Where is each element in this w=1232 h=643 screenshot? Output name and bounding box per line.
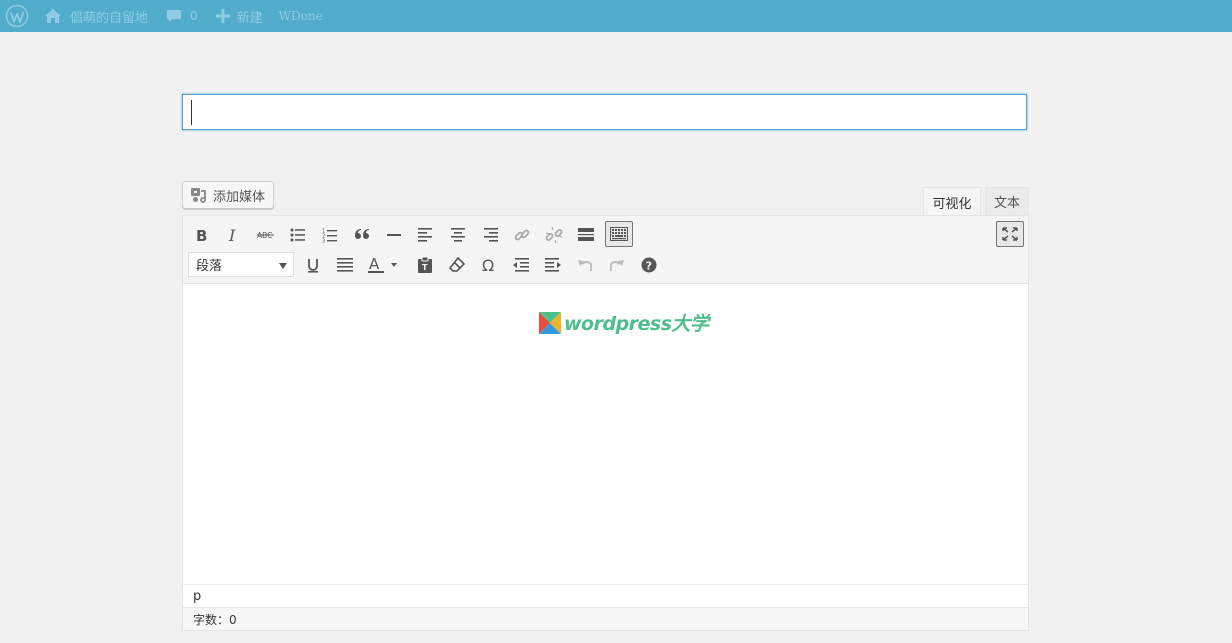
home-icon[interactable] bbox=[44, 0, 62, 32]
bullet-list-icon bbox=[290, 228, 305, 242]
align-right-icon bbox=[484, 228, 498, 242]
admin-bar: 倡萌的自留地 0 新建 WDone bbox=[0, 0, 1232, 32]
eraser-icon bbox=[449, 257, 465, 272]
element-path-bar: p bbox=[183, 584, 1028, 607]
numbered-list-icon: 123 bbox=[322, 228, 337, 243]
logo-text: wordpress大学 bbox=[564, 313, 709, 335]
svg-text:3: 3 bbox=[322, 238, 325, 243]
svg-text:?: ? bbox=[646, 260, 652, 273]
editor-toolbar: B I ABC 123 段落 A T Ω ? bbox=[183, 216, 1028, 284]
align-center-icon bbox=[451, 228, 465, 242]
quote-icon bbox=[355, 229, 369, 239]
toolbar-toggle-button[interactable] bbox=[605, 221, 633, 247]
keyboard-icon bbox=[610, 227, 628, 241]
read-more-icon bbox=[578, 228, 594, 241]
horizontal-line-icon bbox=[387, 234, 401, 236]
media-icon bbox=[191, 188, 206, 203]
wordpress-daxue-logo: wordpress大学 bbox=[539, 309, 709, 336]
site-name-link[interactable]: 倡萌的自留地 bbox=[70, 0, 148, 32]
text-caret bbox=[191, 100, 192, 125]
svg-text:I: I bbox=[228, 228, 236, 242]
strikethrough-button[interactable]: ABC bbox=[253, 223, 279, 247]
unlink-icon bbox=[545, 226, 563, 244]
text-color-icon: A bbox=[368, 256, 397, 273]
clear-formatting-button[interactable] bbox=[444, 253, 470, 277]
post-title-input[interactable] bbox=[182, 94, 1027, 130]
svg-text:B: B bbox=[196, 228, 207, 242]
clipboard-icon: T bbox=[418, 256, 432, 273]
align-left-button[interactable] bbox=[413, 223, 439, 247]
editor-content-area[interactable]: wordpress大学 bbox=[183, 284, 1028, 584]
word-count: 字数：0 bbox=[193, 612, 237, 627]
indent-button[interactable] bbox=[540, 253, 566, 277]
blockquote-button[interactable] bbox=[349, 223, 375, 247]
undo-button[interactable] bbox=[572, 253, 598, 277]
tab-text[interactable]: 文本 bbox=[985, 187, 1029, 216]
help-button[interactable]: ? bbox=[636, 253, 662, 277]
justify-button[interactable] bbox=[332, 253, 358, 277]
new-content-link[interactable]: 新建 bbox=[237, 0, 263, 32]
undo-icon bbox=[578, 260, 592, 271]
bold-icon: B bbox=[196, 228, 207, 242]
omega-icon: Ω bbox=[482, 257, 494, 273]
align-justify-icon bbox=[337, 258, 353, 272]
text-color-button[interactable]: A bbox=[364, 253, 400, 277]
post-editor: B I ABC 123 段落 A T Ω ? wordpress大学 p 字数：… bbox=[182, 215, 1029, 631]
align-left-icon bbox=[418, 228, 432, 242]
redo-icon bbox=[610, 260, 624, 271]
unlink-button[interactable] bbox=[541, 223, 567, 247]
svg-text:T: T bbox=[422, 263, 428, 272]
element-path-item[interactable]: p bbox=[193, 589, 201, 604]
strikethrough-icon: ABC bbox=[257, 231, 274, 240]
svg-text:Ω: Ω bbox=[482, 257, 494, 273]
underline-icon bbox=[308, 258, 318, 273]
redo-button[interactable] bbox=[604, 253, 630, 277]
outdent-icon bbox=[513, 258, 529, 272]
fullscreen-button[interactable] bbox=[996, 221, 1024, 247]
comment-icon[interactable] bbox=[166, 0, 182, 32]
link-icon bbox=[514, 229, 530, 241]
paste-as-text-button[interactable]: T bbox=[412, 253, 438, 277]
horizontal-rule-button[interactable] bbox=[381, 223, 407, 247]
italic-button[interactable]: I bbox=[221, 223, 247, 247]
align-right-button[interactable] bbox=[477, 223, 503, 247]
indent-icon bbox=[545, 258, 561, 272]
word-count-bar: 字数：0 bbox=[183, 607, 1028, 630]
add-media-label: 添加媒体 bbox=[213, 189, 266, 205]
chevron-down-icon bbox=[279, 263, 287, 269]
underline-button[interactable] bbox=[300, 253, 326, 277]
special-character-button[interactable]: Ω bbox=[476, 253, 502, 277]
insert-link-button[interactable] bbox=[509, 223, 535, 247]
wordpress-logo-icon[interactable] bbox=[5, 4, 29, 28]
bold-button[interactable]: B bbox=[189, 223, 215, 247]
comment-count[interactable]: 0 bbox=[190, 0, 198, 32]
svg-text:A: A bbox=[369, 256, 380, 273]
bullet-list-button[interactable] bbox=[285, 223, 311, 247]
outdent-button[interactable] bbox=[508, 253, 534, 277]
plus-icon[interactable] bbox=[215, 0, 230, 32]
add-media-button[interactable]: 添加媒体 bbox=[182, 181, 274, 209]
user-menu-link[interactable]: WDone bbox=[279, 0, 323, 32]
help-icon: ? bbox=[641, 257, 657, 273]
logo-mark-icon bbox=[539, 311, 561, 334]
format-select-value: 段落 bbox=[196, 259, 223, 274]
numbered-list-button[interactable]: 123 bbox=[317, 223, 343, 247]
tab-visual[interactable]: 可视化 bbox=[923, 187, 981, 216]
read-more-button[interactable] bbox=[573, 223, 599, 247]
fullscreen-icon bbox=[1002, 227, 1018, 241]
align-center-button[interactable] bbox=[445, 223, 471, 247]
format-select[interactable]: 段落 bbox=[188, 252, 294, 277]
italic-icon: I bbox=[228, 228, 236, 242]
